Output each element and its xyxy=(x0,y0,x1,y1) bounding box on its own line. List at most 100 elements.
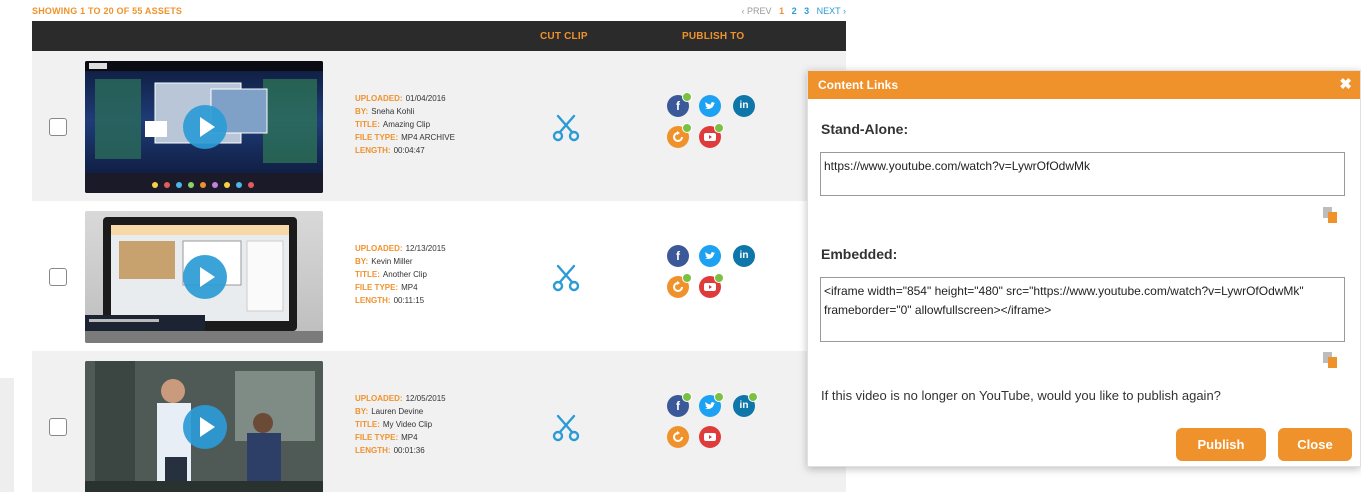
title-label: TITLE: xyxy=(355,270,380,279)
video-thumbnail[interactable] xyxy=(85,361,323,492)
linkedin-icon[interactable]: in xyxy=(733,95,755,117)
results-count: SHOWING 1 TO 20 OF 55 ASSETS xyxy=(32,6,183,16)
uploaded-value: 12/13/2015 xyxy=(405,244,446,253)
by-label: BY: xyxy=(355,107,369,116)
column-header-publish-to: PUBLISH TO xyxy=(682,31,745,42)
play-icon[interactable] xyxy=(183,255,227,299)
refresh-icon[interactable] xyxy=(667,273,692,298)
linkedin-icon[interactable]: in xyxy=(733,245,755,267)
embedded-code-field[interactable]: <iframe width="854" height="480" src="ht… xyxy=(820,277,1345,342)
dialog-title: Content Links xyxy=(818,78,898,92)
results-bar: SHOWING 1 TO 20 OF 55 ASSETS ‹ PREV 1 2 … xyxy=(32,6,846,20)
asset-details: UPLOADED: 12/05/2015 BY: Lauren Devine TIT… xyxy=(355,392,446,457)
video-thumbnail[interactable] xyxy=(85,61,323,193)
next-page-link[interactable]: NEXT › xyxy=(817,6,846,16)
linkedin-glyph: in xyxy=(739,100,749,111)
youtube-icon[interactable] xyxy=(699,123,724,148)
page-link-3[interactable]: 3 xyxy=(804,6,809,16)
table-row: UPLOADED: 12/05/2015 BY: Lauren Devine TIT… xyxy=(32,351,846,492)
published-check-icon xyxy=(682,392,692,402)
publish-icons: f in xyxy=(665,392,765,455)
twitter-icon[interactable] xyxy=(699,245,721,267)
title-value: My Video Clip xyxy=(382,420,433,429)
published-check-icon xyxy=(682,273,692,283)
title-label: TITLE: xyxy=(355,120,380,129)
asset-library-page: SHOWING 1 TO 20 OF 55 ASSETS ‹ PREV 1 2 … xyxy=(0,0,1361,492)
embedded-label: Embedded: xyxy=(821,246,898,262)
linkedin-glyph: in xyxy=(739,250,749,261)
row-checkbox[interactable] xyxy=(49,268,67,286)
stand-alone-label: Stand-Alone: xyxy=(821,121,909,137)
close-icon[interactable]: ✖ xyxy=(1339,75,1352,93)
published-check-icon xyxy=(714,392,724,402)
facebook-icon[interactable]: f xyxy=(667,245,689,267)
youtube-icon[interactable] xyxy=(699,273,724,298)
table-row: UPLOADED: 01/04/2016 BY: Sneha Kohli TITLE… xyxy=(32,51,846,201)
column-header-cut-clip: CUT CLIP xyxy=(540,31,588,42)
published-check-icon xyxy=(682,123,692,133)
refresh-icon[interactable] xyxy=(667,123,692,148)
published-check-icon xyxy=(748,392,758,402)
facebook-glyph: f xyxy=(676,99,680,113)
play-icon[interactable] xyxy=(183,405,227,449)
publish-button[interactable]: Publish xyxy=(1176,428,1266,461)
by-value: Kevin Miller xyxy=(371,257,413,266)
by-label: BY: xyxy=(355,257,369,266)
stand-alone-link-field[interactable]: https://www.youtube.com/watch?v=LywrOfOd… xyxy=(820,152,1345,196)
close-button[interactable]: Close xyxy=(1278,428,1352,461)
facebook-icon[interactable]: f xyxy=(667,92,692,117)
cut-clip-scissors-icon[interactable] xyxy=(551,263,581,293)
length-value: 00:11:15 xyxy=(393,296,425,305)
uploaded-value: 01/04/2016 xyxy=(405,94,446,103)
republish-prompt: If this video is no longer on YouTube, w… xyxy=(821,388,1221,403)
linkedin-icon[interactable]: in xyxy=(733,392,758,417)
row-checkbox[interactable] xyxy=(49,118,67,136)
linkedin-glyph: in xyxy=(739,400,749,411)
file-type-label: FILE TYPE: xyxy=(355,283,399,292)
left-edge-panel xyxy=(0,378,14,492)
copy-stand-alone-icon[interactable] xyxy=(1322,206,1338,224)
dialog-header: Content Links ✖ xyxy=(808,71,1360,99)
twitter-icon[interactable] xyxy=(699,392,724,417)
title-value: Amazing Clip xyxy=(382,120,431,129)
youtube-icon[interactable] xyxy=(699,426,721,448)
cut-clip-scissors-icon[interactable] xyxy=(551,113,581,143)
length-label: LENGTH: xyxy=(355,146,391,155)
publish-icons: f in xyxy=(665,92,765,155)
table-row: UPLOADED: 12/13/2015 BY: Kevin Miller TITL… xyxy=(32,201,846,351)
pagination: ‹ PREV 1 2 3 NEXT › xyxy=(737,6,846,16)
row-checkbox[interactable] xyxy=(49,418,67,436)
twitter-icon[interactable] xyxy=(699,95,721,117)
uploaded-label: UPLOADED: xyxy=(355,94,403,103)
video-thumbnail[interactable] xyxy=(85,211,323,343)
refresh-icon[interactable] xyxy=(667,426,689,448)
length-label: LENGTH: xyxy=(355,446,391,455)
file-type-value: MP4 xyxy=(401,433,418,442)
cut-clip-scissors-icon[interactable] xyxy=(551,413,581,443)
by-value: Sneha Kohli xyxy=(371,107,415,116)
uploaded-value: 12/05/2015 xyxy=(405,394,446,403)
page-link-2[interactable]: 2 xyxy=(792,6,797,16)
published-check-icon xyxy=(682,92,692,102)
length-value: 00:01:36 xyxy=(393,446,425,455)
facebook-glyph: f xyxy=(676,399,680,413)
length-value: 00:04:47 xyxy=(393,146,425,155)
publish-icons: f in xyxy=(665,245,765,305)
asset-table: CUT CLIP PUBLISH TO UPLOADED: 01/04/2016… xyxy=(32,21,846,492)
facebook-icon[interactable]: f xyxy=(667,392,692,417)
asset-details: UPLOADED: 01/04/2016 BY: Sneha Kohli TITLE… xyxy=(355,92,455,157)
title-label: TITLE: xyxy=(355,420,380,429)
play-icon[interactable] xyxy=(183,105,227,149)
by-value: Lauren Devine xyxy=(371,407,424,416)
published-check-icon xyxy=(714,123,724,133)
prev-page-link[interactable]: ‹ PREV xyxy=(742,6,772,16)
title-value: Another Clip xyxy=(382,270,427,279)
by-label: BY: xyxy=(355,407,369,416)
file-type-label: FILE TYPE: xyxy=(355,433,399,442)
content-links-dialog: Content Links ✖ Stand-Alone: https://www… xyxy=(807,70,1361,467)
page-link-1[interactable]: 1 xyxy=(779,6,784,16)
copy-embedded-icon[interactable] xyxy=(1322,351,1338,369)
asset-details: UPLOADED: 12/13/2015 BY: Kevin Miller TITL… xyxy=(355,242,446,307)
uploaded-label: UPLOADED: xyxy=(355,394,403,403)
published-check-icon xyxy=(714,273,724,283)
